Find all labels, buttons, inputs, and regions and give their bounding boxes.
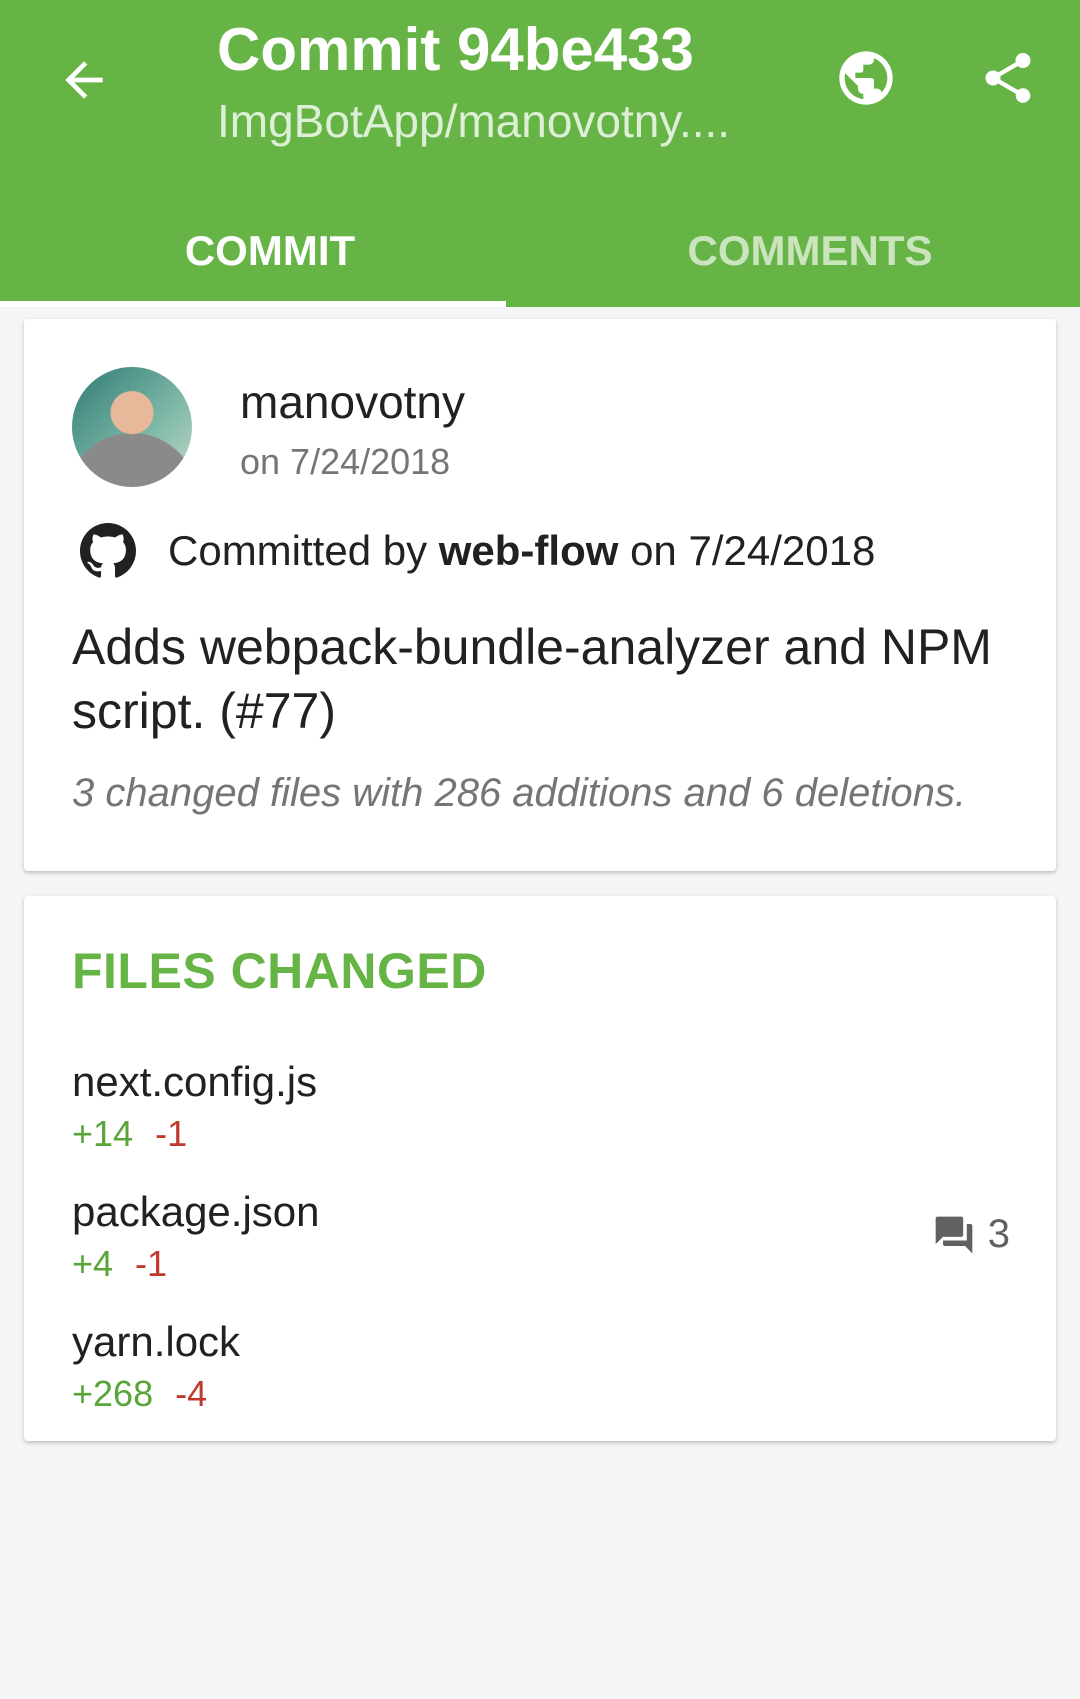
commit-message: Adds webpack-bundle-analyzer and NPM scr… bbox=[72, 619, 992, 739]
files-changed-card: FILES CHANGED next.config.js +14 -1 packa… bbox=[24, 896, 1056, 1441]
additions-count: +4 bbox=[72, 1243, 114, 1284]
file-name: package.json bbox=[72, 1188, 320, 1235]
open-in-browser-button[interactable] bbox=[826, 38, 906, 118]
title-block: Commit 94be433 ImgBotApp/manovotny.... bbox=[217, 14, 777, 156]
additions-count: +268 bbox=[72, 1373, 154, 1414]
file-counts: +14 -1 bbox=[72, 1110, 1032, 1158]
committer-name[interactable]: web-flow bbox=[439, 527, 619, 574]
file-comments-indicator: 3 bbox=[932, 1212, 1010, 1257]
file-item[interactable]: next.config.js +14 -1 bbox=[72, 1054, 1032, 1172]
commit-summary: 3 changed files with 286 additions and 6… bbox=[72, 771, 966, 815]
back-button[interactable] bbox=[48, 40, 120, 120]
app-bar: Commit 94be433 ImgBotApp/manovotny.... C… bbox=[0, 0, 1080, 307]
arrow-back-icon bbox=[65, 61, 103, 99]
active-tab-indicator bbox=[0, 301, 506, 307]
tab-commit-label: COMMIT bbox=[184, 226, 356, 274]
authored-date: on 7/24/2018 bbox=[240, 441, 451, 482]
file-counts: +4 -1 bbox=[72, 1240, 1032, 1288]
share-icon bbox=[985, 53, 1031, 103]
committed-by-line: Committed by web-flow on 7/24/2018 bbox=[168, 523, 875, 579]
file-counts: +268 -4 bbox=[72, 1370, 1032, 1418]
file-item[interactable]: yarn.lock +268 -4 bbox=[72, 1314, 1032, 1432]
deletions-count: -1 bbox=[135, 1243, 168, 1284]
deletions-count: -4 bbox=[175, 1373, 208, 1414]
author-name[interactable]: manovotny bbox=[240, 375, 465, 429]
additions-count: +14 bbox=[72, 1113, 134, 1154]
tab-bar: COMMIT COMMENTS bbox=[0, 194, 1080, 307]
globe-icon bbox=[839, 51, 893, 105]
committed-date: on 7/24/2018 bbox=[630, 527, 876, 574]
repo-subtitle: ImgBotApp/manovotny.... bbox=[217, 95, 731, 147]
comment-count: 3 bbox=[987, 1212, 1010, 1256]
file-item[interactable]: package.json +4 -1 bbox=[72, 1184, 1032, 1302]
files-changed-title: FILES CHANGED bbox=[72, 943, 487, 999]
tab-comments[interactable]: COMMENTS bbox=[540, 194, 1080, 307]
share-button[interactable] bbox=[968, 38, 1048, 118]
deletions-count: -1 bbox=[155, 1113, 188, 1154]
commit-details-card: manovotny on 7/24/2018 Committed by web-… bbox=[24, 319, 1056, 871]
file-name: yarn.lock bbox=[72, 1318, 241, 1365]
file-name: next.config.js bbox=[72, 1058, 318, 1105]
comment-icon bbox=[935, 1216, 973, 1253]
page-title: Commit 94be433 bbox=[217, 16, 694, 83]
github-icon bbox=[80, 523, 136, 578]
tab-commit[interactable]: COMMIT bbox=[0, 194, 540, 307]
tab-comments-label: COMMENTS bbox=[687, 226, 933, 274]
avatar[interactable] bbox=[72, 367, 192, 487]
committed-by-prefix: Committed by bbox=[168, 527, 428, 574]
